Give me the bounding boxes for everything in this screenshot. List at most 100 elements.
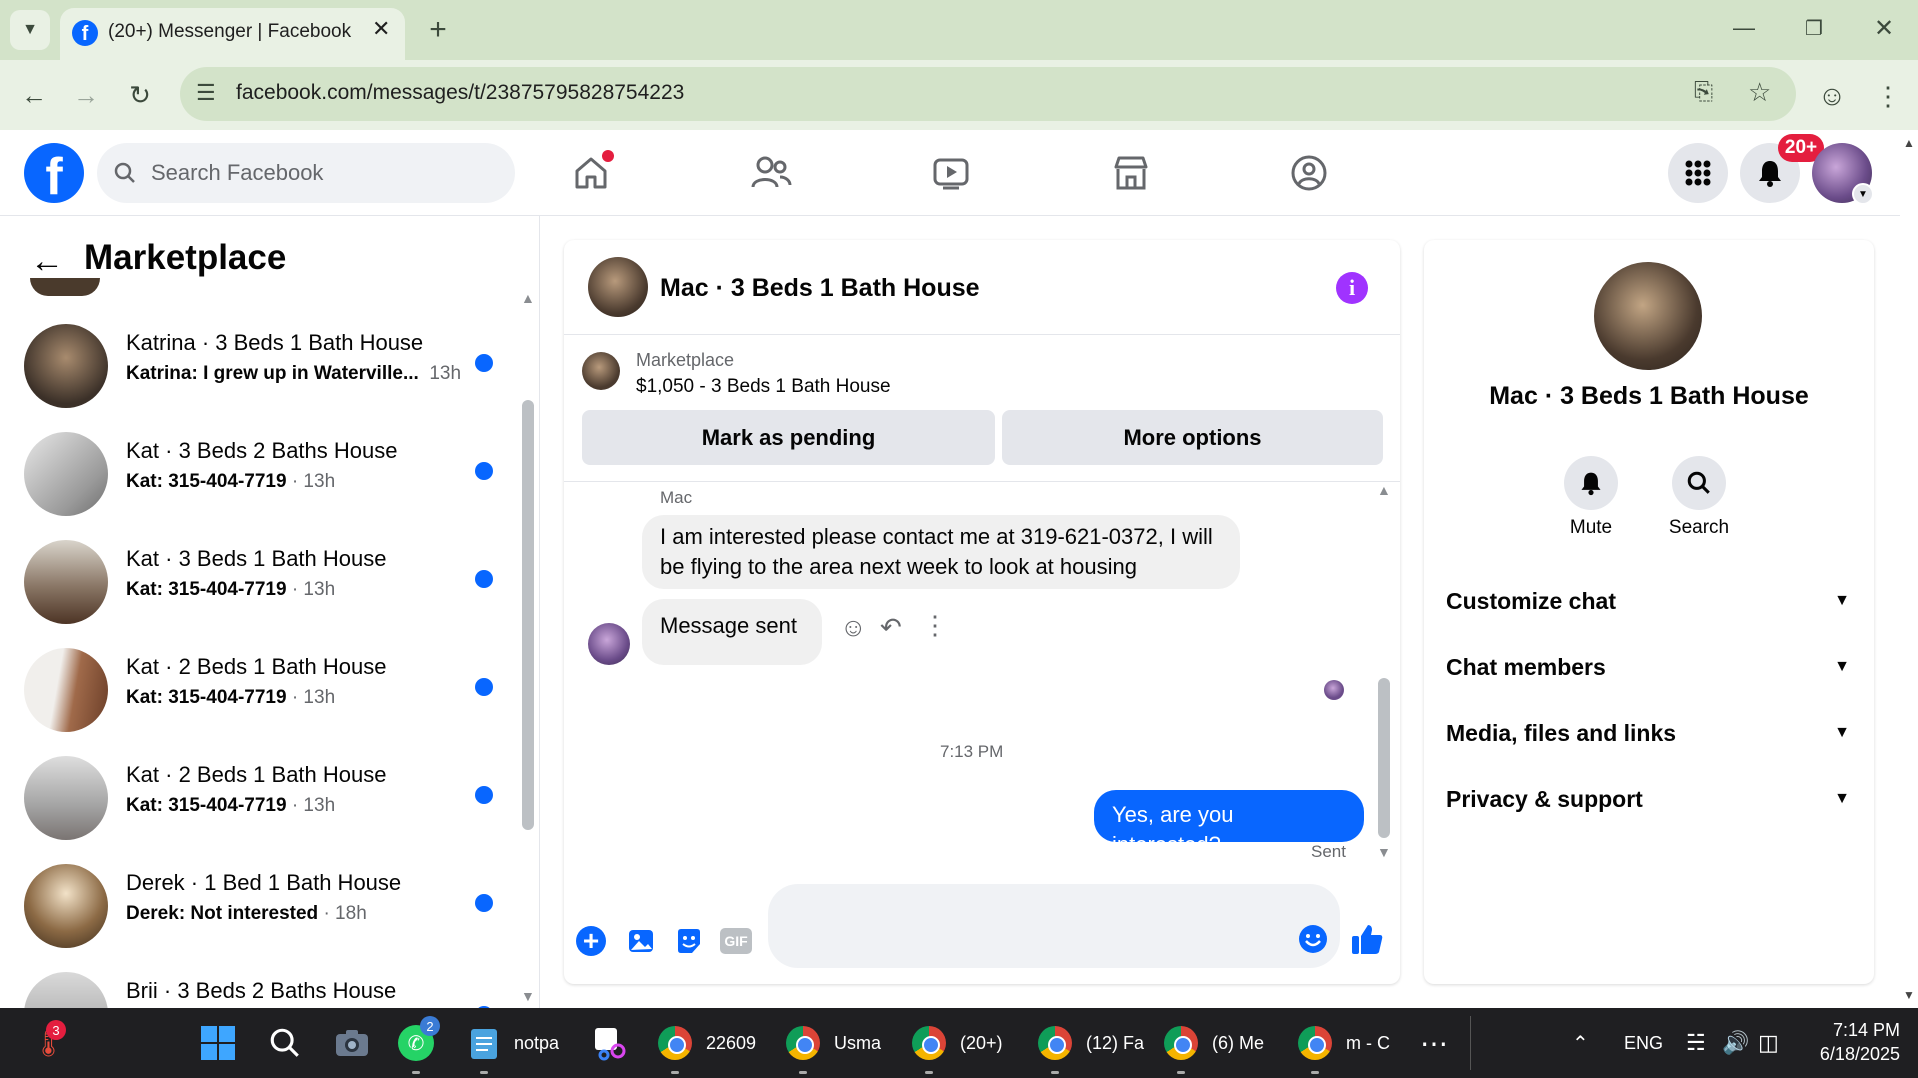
reload-button[interactable]: ↻: [120, 75, 160, 115]
avatar[interactable]: [1594, 262, 1702, 370]
back-arrow-icon[interactable]: ←: [30, 242, 64, 281]
message-input[interactable]: [768, 884, 1340, 968]
chat-members-section[interactable]: Chat members ▼: [1446, 642, 1850, 692]
chat-header: Mac · 3 Beds 1 Bath House i: [564, 240, 1400, 335]
nav-friends[interactable]: [746, 148, 796, 198]
scroll-down-icon[interactable]: ▼: [521, 988, 535, 1004]
minimize-button[interactable]: —: [1724, 8, 1764, 48]
scroll-up-icon[interactable]: ▲: [521, 290, 535, 306]
chrome-window[interactable]: m - C: [1298, 1020, 1390, 1074]
chrome-window[interactable]: Usma: [786, 1020, 881, 1074]
whatsapp-app[interactable]: ✆ 2: [398, 1016, 440, 1074]
conversation-item[interactable]: Katrina · 3 Beds 1 Bath House Katrina: I…: [20, 316, 520, 416]
conversation-name: Derek · 1 Bed 1 Bath House: [126, 870, 402, 895]
mute-button[interactable]: [1564, 456, 1618, 510]
conversation-item[interactable]: Kat · 2 Beds 1 Bath House Kat: 315-404-7…: [20, 748, 520, 848]
url-text[interactable]: facebook.com/messages/t/2387579582875422…: [236, 81, 684, 105]
close-tab-icon[interactable]: ✕: [372, 16, 390, 42]
conversation-name: Brii · 3 Beds 2 Baths House: [126, 978, 397, 1003]
more-actions-icon[interactable]: ⋮: [922, 610, 948, 641]
incoming-message-bubble[interactable]: I am interested please contact me at 319…: [642, 515, 1240, 589]
chevron-down-icon[interactable]: ▼: [1852, 183, 1874, 205]
conversation-item[interactable]: Kat · 3 Beds 1 Bath House Kat: 315-404-7…: [20, 532, 520, 632]
active-tab[interactable]: f (20+) Messenger | Facebook ✕: [60, 8, 405, 60]
language-indicator[interactable]: ENG: [1624, 1020, 1663, 1066]
info-icon[interactable]: i: [1336, 272, 1368, 304]
conversation-item[interactable]: Brii · 3 Beds 2 Baths House: [20, 964, 520, 1008]
react-emoji-icon[interactable]: ☺: [840, 612, 867, 643]
reply-icon[interactable]: ↶: [880, 612, 902, 643]
listing-thumbnail[interactable]: [582, 352, 620, 390]
facebook-logo-icon[interactable]: f: [24, 143, 84, 203]
avatar: [24, 864, 108, 948]
customize-chat-section[interactable]: Customize chat ▼: [1446, 576, 1850, 626]
new-tab-button[interactable]: +: [418, 10, 458, 50]
install-app-icon[interactable]: ⎘: [1694, 78, 1713, 106]
sidebar-scrollbar-thumb[interactable]: [522, 400, 534, 830]
back-button[interactable]: ←: [14, 75, 54, 115]
menu-button[interactable]: [1668, 143, 1728, 203]
plus-icon: +: [429, 13, 447, 46]
bookmark-star-icon[interactable]: ☆: [1748, 77, 1771, 108]
page-scrollbar[interactable]: ▲ ▼: [1900, 136, 1918, 1008]
plus-icon[interactable]: +: [576, 926, 606, 956]
chrome-window[interactable]: (6) Me: [1164, 1020, 1264, 1074]
incoming-message-bubble[interactable]: Message sent: [642, 599, 822, 665]
search-input[interactable]: Search Facebook: [97, 143, 515, 203]
photo-icon[interactable]: [626, 926, 656, 956]
forward-button[interactable]: →: [66, 75, 106, 115]
media-files-links-section[interactable]: Media, files and links ▼: [1446, 708, 1850, 758]
gif-icon[interactable]: GIF: [720, 928, 752, 954]
chat-scrollbar-thumb[interactable]: [1378, 678, 1390, 838]
tab-search-button[interactable]: ▼: [10, 10, 50, 50]
conversation-preview: Kat: 315-404-7719 · 13h: [126, 579, 336, 600]
search-conversation-button[interactable]: [1672, 456, 1726, 510]
listing-banner: Marketplace $1,050 - 3 Beds 1 Bath House…: [564, 336, 1400, 482]
volume-icon[interactable]: 🔊: [1722, 1020, 1749, 1066]
kebab-menu-icon[interactable]: ⋮: [1868, 76, 1908, 116]
snipping-tool-app[interactable]: [592, 1020, 628, 1066]
more-options-button[interactable]: More options: [1002, 410, 1383, 465]
chrome-window[interactable]: (12) Fa: [1038, 1020, 1144, 1074]
scroll-down-icon[interactable]: ▼: [1903, 988, 1915, 1002]
outgoing-message-bubble[interactable]: Yes, are you interested?: [1094, 790, 1364, 857]
nav-video[interactable]: [926, 148, 976, 198]
conversation-item[interactable]: Kat · 2 Beds 1 Bath House Kat: 315-404-7…: [20, 640, 520, 740]
thumbs-up-icon[interactable]: [1350, 922, 1384, 956]
chrome-window[interactable]: 22609: [658, 1020, 756, 1074]
more-apps-icon[interactable]: ⋯: [1420, 1020, 1448, 1066]
scroll-down-icon[interactable]: ▼: [1377, 844, 1391, 860]
mark-as-pending-button[interactable]: Mark as pending: [582, 410, 995, 465]
address-bar[interactable]: ☰ facebook.com/messages/t/23875795828754…: [180, 67, 1796, 121]
close-window-button[interactable]: ✕: [1864, 8, 1904, 48]
emoji-icon[interactable]: [1298, 924, 1328, 954]
scroll-up-icon[interactable]: ▲: [1377, 482, 1391, 498]
friends-icon: [751, 156, 792, 188]
avatar[interactable]: [588, 257, 648, 317]
nav-home[interactable]: [566, 148, 616, 198]
clock[interactable]: 7:14 PM 6/18/2025: [1800, 1020, 1900, 1065]
restore-button[interactable]: ❐: [1794, 8, 1834, 48]
start-button[interactable]: [200, 1020, 236, 1066]
chevron-up-icon[interactable]: ⌃: [1572, 1020, 1589, 1066]
chrome-window[interactable]: (20+): [912, 1020, 1003, 1074]
notepad-app[interactable]: notpa: [468, 1020, 559, 1074]
nav-marketplace[interactable]: [1106, 148, 1156, 198]
search-taskbar-button[interactable]: [268, 1020, 302, 1066]
conversation-name: Kat · 2 Beds 1 Bath House: [126, 762, 387, 787]
conversation-item[interactable]: Kat · 3 Beds 2 Baths House Kat: 315-404-…: [20, 424, 520, 524]
sticker-icon[interactable]: [674, 926, 704, 956]
site-info-icon[interactable]: ☰: [196, 80, 216, 106]
profile-icon[interactable]: ☺: [1812, 76, 1852, 116]
privacy-support-section[interactable]: Privacy & support ▼: [1446, 774, 1850, 824]
wifi-icon[interactable]: ☵: [1686, 1020, 1706, 1066]
listing-text[interactable]: $1,050 - 3 Beds 1 Bath House: [636, 376, 891, 398]
battery-icon[interactable]: ◫: [1758, 1020, 1779, 1066]
scroll-up-icon[interactable]: ▲: [1903, 136, 1915, 150]
conversation-item[interactable]: Derek · 1 Bed 1 Bath House Derek: Not in…: [20, 856, 520, 956]
chat-title[interactable]: Mac · 3 Beds 1 Bath House: [660, 274, 980, 303]
nav-gaming[interactable]: [1284, 148, 1334, 198]
weather-widget[interactable]: 🌡 3: [32, 1020, 66, 1066]
camera-app[interactable]: [334, 1020, 370, 1066]
conversation-name: Kat · 3 Beds 1 Bath House: [126, 546, 387, 571]
